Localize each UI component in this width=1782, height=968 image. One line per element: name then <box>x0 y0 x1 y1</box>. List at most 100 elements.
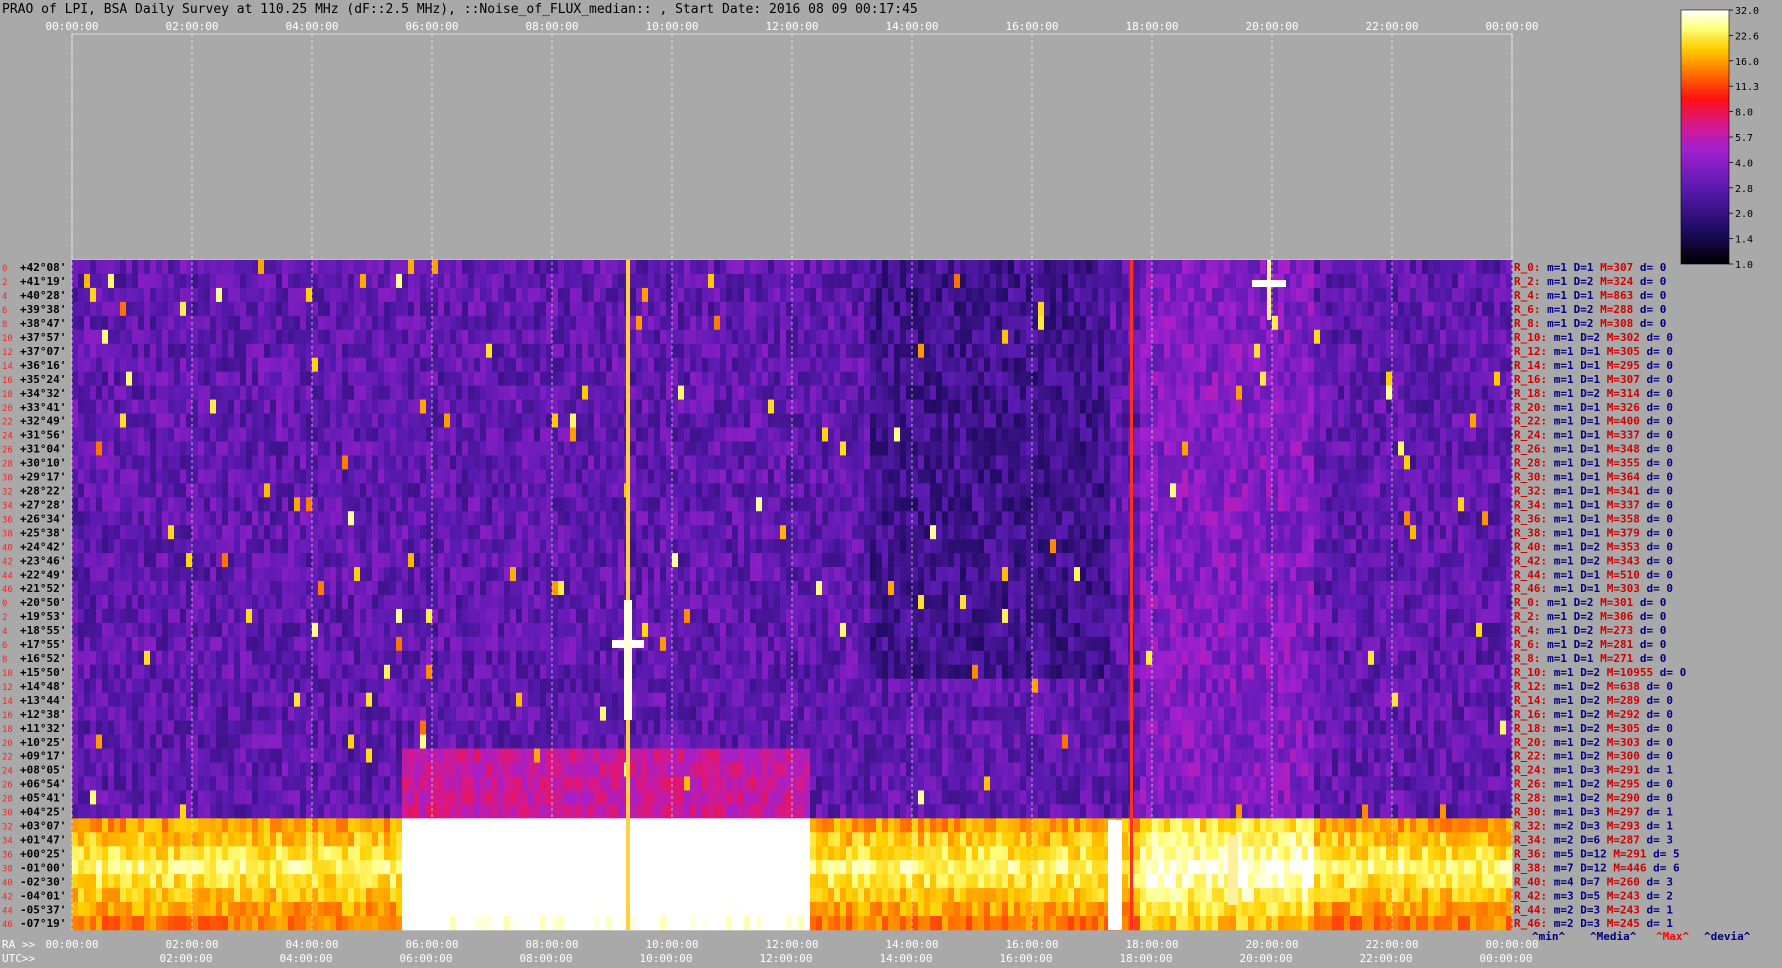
heatmap-cell <box>1014 315 1021 331</box>
heatmap-cell <box>1014 343 1021 359</box>
heatmap-cell <box>342 455 349 470</box>
heatmap-cell <box>270 455 277 470</box>
heatmap-cell <box>1152 357 1159 372</box>
heatmap-cell <box>996 525 1003 540</box>
heatmap-cell <box>222 525 229 540</box>
heatmap-cell <box>1254 315 1261 331</box>
heatmap-cell <box>282 525 289 540</box>
heatmap-cell <box>1098 525 1105 540</box>
heatmap-cell <box>1242 511 1249 526</box>
heatmap-cell <box>846 301 853 317</box>
heatmap-cell <box>816 371 823 386</box>
heatmap-cell <box>1494 315 1501 331</box>
heatmap-cell <box>480 371 487 386</box>
heatmap-cell <box>618 343 625 359</box>
heatmap-cell <box>630 413 637 428</box>
heatmap-cell <box>330 329 337 345</box>
heatmap-cell <box>1428 441 1435 456</box>
heatmap-cell <box>228 301 235 317</box>
heatmap-cell <box>414 385 421 400</box>
heatmap-cell <box>1242 343 1249 359</box>
heatmap-cell <box>828 260 835 275</box>
heatmap-cell <box>1416 497 1423 512</box>
heatmap-cell <box>1392 469 1399 484</box>
heatmap-cell <box>1032 525 1039 540</box>
heatmap-cell <box>564 287 571 303</box>
heatmap-cell <box>762 525 769 540</box>
heatmap-cell <box>690 301 697 317</box>
heatmap-cell <box>282 287 289 303</box>
heatmap-cell <box>792 497 799 512</box>
heatmap-cell <box>504 385 511 400</box>
heatmap-cell <box>1014 301 1021 317</box>
heatmap-cell <box>288 273 295 289</box>
heatmap-cell <box>102 371 109 386</box>
heatmap-cell <box>876 273 883 289</box>
heatmap-cell <box>1470 385 1477 400</box>
heatmap-cell <box>1494 413 1501 428</box>
heatmap-cell <box>1206 539 1213 554</box>
heatmap-cell <box>738 469 745 484</box>
heatmap-cell <box>210 287 217 303</box>
heatmap-cell <box>1002 385 1009 400</box>
heatmap-cell <box>396 371 403 386</box>
heatmap-cell <box>654 260 661 275</box>
heatmap-cell <box>120 329 127 345</box>
heatmap-cell <box>708 301 715 317</box>
heatmap-cell <box>756 497 763 512</box>
heatmap-cell <box>744 315 751 331</box>
heatmap-cell <box>354 539 361 554</box>
heatmap-cell <box>90 525 97 540</box>
heatmap-cell <box>144 260 151 275</box>
heatmap-cell <box>942 371 949 386</box>
heatmap-cell <box>1350 427 1357 442</box>
heatmap-cell <box>858 315 865 331</box>
heatmap-cell <box>1104 455 1111 470</box>
heatmap-cell <box>852 301 859 317</box>
heatmap-cell <box>1158 469 1165 484</box>
heatmap-cell <box>810 273 817 289</box>
heatmap-cell <box>312 399 319 414</box>
heatmap-cell <box>1200 399 1207 414</box>
heatmap-cell <box>1080 343 1087 359</box>
heatmap-cell <box>636 315 643 331</box>
heatmap-cell <box>1404 343 1411 359</box>
heatmap-cell <box>630 469 637 484</box>
heatmap-cell <box>810 511 817 526</box>
heatmap-cell <box>744 483 751 498</box>
heatmap-cell <box>504 469 511 484</box>
heatmap-chart: 00:00:00 02:00:00 04:00:00 06:00:00 08:00:00… <box>2 6 1759 965</box>
heatmap-cell <box>600 287 607 303</box>
heatmap-cell <box>990 511 997 526</box>
heatmap-cell <box>774 385 781 400</box>
heatmap-cell <box>1116 329 1123 345</box>
heatmap-cell <box>1026 413 1033 428</box>
heatmap-cell <box>1296 301 1303 317</box>
heatmap-cell <box>1452 287 1459 303</box>
heatmap-cell <box>288 441 295 456</box>
heatmap-cell <box>1284 287 1291 303</box>
heatmap-cell <box>768 455 775 470</box>
heatmap-cell <box>1428 260 1435 275</box>
heatmap-cell <box>738 399 745 414</box>
heatmap-cell <box>708 273 715 289</box>
heatmap-cell <box>144 525 151 540</box>
heatmap-cell <box>1038 357 1045 372</box>
heatmap-cell <box>1266 371 1273 386</box>
heatmap-cell <box>1464 441 1471 456</box>
heatmap-cell <box>1470 357 1477 372</box>
heatmap-cell <box>1182 539 1189 554</box>
heatmap-cell <box>84 497 91 512</box>
heatmap-cell <box>1056 511 1063 526</box>
heatmap-cell <box>720 455 727 470</box>
heatmap-cell <box>1062 511 1069 526</box>
heatmap-cell <box>354 497 361 512</box>
heatmap-cell <box>276 539 283 554</box>
heatmap-cell <box>858 301 865 317</box>
heatmap-cell <box>1110 260 1117 275</box>
heatmap-cell <box>1044 315 1051 331</box>
heatmap-cell <box>1482 371 1489 386</box>
heatmap-cell <box>1110 483 1117 498</box>
heatmap-cell <box>258 371 265 386</box>
heatmap-cell <box>342 301 349 317</box>
